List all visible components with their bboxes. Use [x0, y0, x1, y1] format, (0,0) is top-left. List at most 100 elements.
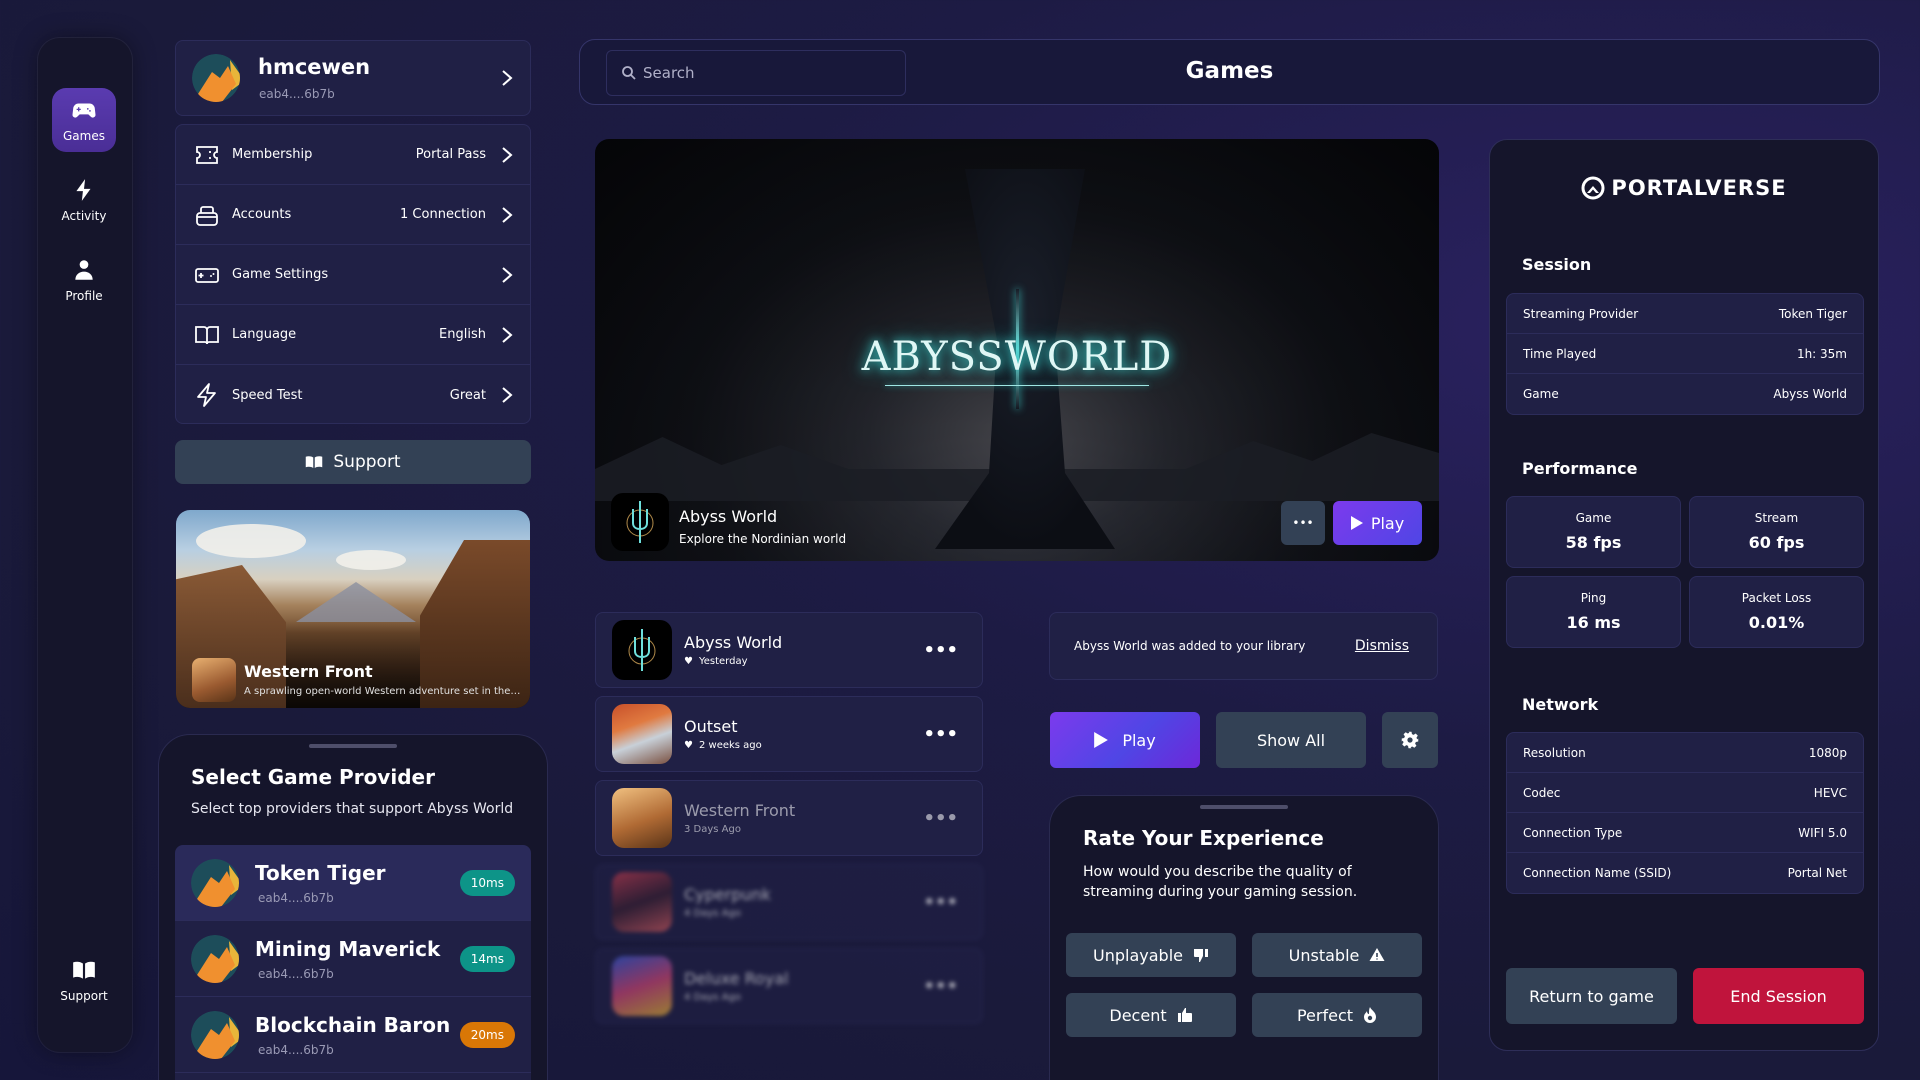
show-all-button[interactable]: Show All — [1216, 712, 1366, 768]
game-name: Deluxe Royal — [684, 969, 789, 988]
more-options-button[interactable]: ••• — [923, 892, 958, 913]
stat-card: Game 58 fps — [1506, 496, 1681, 568]
nav-item-label: Activity — [61, 209, 107, 223]
menu-item-speed-test[interactable]: Speed Test Great — [176, 365, 530, 423]
network-row: Connection Type WIFI 5.0 — [1507, 813, 1863, 853]
list-item[interactable]: Abyss World ♥ Yesterday ••• — [595, 612, 983, 688]
nav-item-profile[interactable]: Profile — [52, 248, 116, 312]
menu-item-label: Membership — [232, 147, 313, 162]
menu-item-membership[interactable]: Membership Portal Pass — [176, 125, 530, 185]
menu-item-language[interactable]: Language English — [176, 305, 530, 365]
nav-item-label: Profile — [65, 289, 103, 303]
row-value: Abyss World — [1773, 387, 1847, 401]
nav-item-games[interactable]: Games — [52, 88, 116, 152]
more-options-button[interactable]: ••• — [923, 808, 958, 829]
list-item[interactable]: Cyperpunk 4 Days Ago ••• — [595, 864, 983, 940]
avatar — [192, 54, 240, 102]
game-thumbnail — [612, 704, 672, 764]
nav-item-activity[interactable]: Activity — [52, 168, 116, 232]
sheet-handle[interactable] — [309, 744, 397, 748]
network-row: Resolution 1080p — [1507, 733, 1863, 773]
rating-perfect-button[interactable]: Perfect — [1252, 993, 1422, 1037]
thumbs-down-icon — [1193, 949, 1208, 962]
rating-unstable-button[interactable]: Unstable — [1252, 933, 1422, 977]
hero-play-button[interactable]: Play — [1333, 501, 1422, 545]
settings-button[interactable] — [1382, 712, 1438, 768]
chevron-right-icon — [502, 70, 513, 86]
chevron-right-icon — [502, 387, 513, 403]
stat-card: Stream 60 fps — [1689, 496, 1864, 568]
provider-list: Token Tiger eab4....6b7b 10ms Mining Mav… — [175, 845, 531, 1080]
return-to-game-button[interactable]: Return to game — [1506, 968, 1677, 1024]
row-label: Streaming Provider — [1523, 306, 1639, 321]
nav-item-label: Games — [63, 129, 105, 143]
rating-label: Decent — [1109, 1005, 1167, 1025]
play-button[interactable]: Play — [1050, 712, 1200, 768]
play-icon — [1350, 516, 1363, 530]
provider-item[interactable]: Mining Maverick eab4....6b7b 14ms — [175, 921, 531, 997]
ticket-icon — [196, 145, 218, 164]
featured-game-description: A sprawling open-world Western adventure… — [244, 686, 522, 697]
gear-icon — [1401, 731, 1419, 749]
provider-avatar — [191, 934, 239, 983]
dismiss-link[interactable]: Dismiss — [1355, 638, 1409, 654]
latency-badge: 20ms — [459, 1021, 515, 1048]
nav-item-support[interactable]: Support — [52, 948, 116, 1012]
session-row: Time Played 1h: 35m — [1507, 334, 1863, 374]
warning-icon — [1369, 948, 1385, 961]
game-thumbnail — [612, 620, 672, 680]
list-item[interactable]: Western Front 3 Days Ago ••• — [595, 780, 983, 856]
more-options-button[interactable]: ••• — [923, 640, 958, 661]
end-session-button[interactable]: End Session — [1693, 968, 1864, 1024]
trident-icon — [626, 501, 654, 543]
support-button[interactable]: Support — [175, 440, 531, 484]
provider-item[interactable] — [175, 1073, 531, 1080]
row-value: WIFI 5.0 — [1798, 825, 1847, 840]
menu-item-game-settings[interactable]: Game Settings — [176, 245, 530, 305]
hero-game-logo: ABYSSWORLD — [861, 334, 1173, 380]
menu-item-accounts[interactable]: Accounts 1 Connection — [176, 185, 530, 245]
recent-games-list: Abyss World ♥ Yesterday ••• Outset ♥ 2 wee… — [595, 612, 983, 1032]
menu-item-label: Accounts — [232, 207, 292, 222]
game-thumbnail — [612, 872, 672, 932]
rate-title: Rate Your Experience — [1083, 826, 1324, 850]
return-label: Return to game — [1529, 986, 1654, 1006]
row-value: Portal Net — [1787, 866, 1847, 880]
fire-icon — [1364, 1007, 1377, 1023]
rating-label: Perfect — [1296, 1005, 1354, 1025]
play-label: Play — [1122, 730, 1156, 750]
session-details: Streaming Provider Token Tiger Time Playe… — [1506, 293, 1864, 415]
hero-game-tagline: Explore the Nordinian world — [679, 532, 847, 546]
sheet-handle[interactable] — [1200, 805, 1288, 809]
chevron-right-icon — [502, 206, 513, 223]
hero-game-name: Abyss World — [679, 507, 778, 526]
provider-item[interactable]: Token Tiger eab4....6b7b 10ms — [175, 845, 531, 921]
session-row: Streaming Provider Token Tiger — [1507, 294, 1863, 334]
session-section-title: Session — [1522, 255, 1592, 274]
row-label: Resolution — [1523, 745, 1586, 760]
provider-item[interactable]: Blockchain Baron eab4....6b7b 20ms — [175, 997, 531, 1073]
sheet-title: Select Game Provider — [191, 765, 435, 789]
row-value: 1080p — [1808, 745, 1847, 760]
play-label: Play — [1370, 513, 1405, 533]
logo-underline — [885, 385, 1149, 386]
featured-game-card[interactable]: Western Front A sprawling open-world Wes… — [176, 510, 530, 708]
game-last-played: 4 Days Ago — [684, 908, 741, 919]
list-item[interactable]: Deluxe Royal 4 Days Ago ••• — [595, 948, 983, 1024]
controller-icon — [195, 267, 219, 283]
more-options-button[interactable]: ••• — [923, 976, 958, 997]
provider-name: Mining Maverick — [255, 936, 441, 961]
row-value: HEVC — [1813, 785, 1847, 800]
lightning-icon — [197, 383, 216, 407]
more-options-button[interactable]: ••• — [1281, 501, 1325, 545]
hero-banner: ABYSSWORLD Abyss World Explore the Nordi… — [595, 139, 1439, 561]
top-bar: Search Games — [579, 39, 1880, 105]
rating-decent-button[interactable]: Decent — [1066, 993, 1236, 1037]
rating-unplayable-button[interactable]: Unplayable — [1066, 933, 1236, 977]
menu-item-value: English — [439, 327, 486, 342]
more-options-button[interactable]: ••• — [923, 724, 958, 745]
list-item[interactable]: Outset ♥ 2 weeks ago ••• — [595, 696, 983, 772]
provider-name: Token Tiger — [255, 860, 386, 885]
chevron-right-icon — [502, 326, 513, 343]
profile-card[interactable]: hmcewen eab4....6b7b — [175, 40, 531, 116]
